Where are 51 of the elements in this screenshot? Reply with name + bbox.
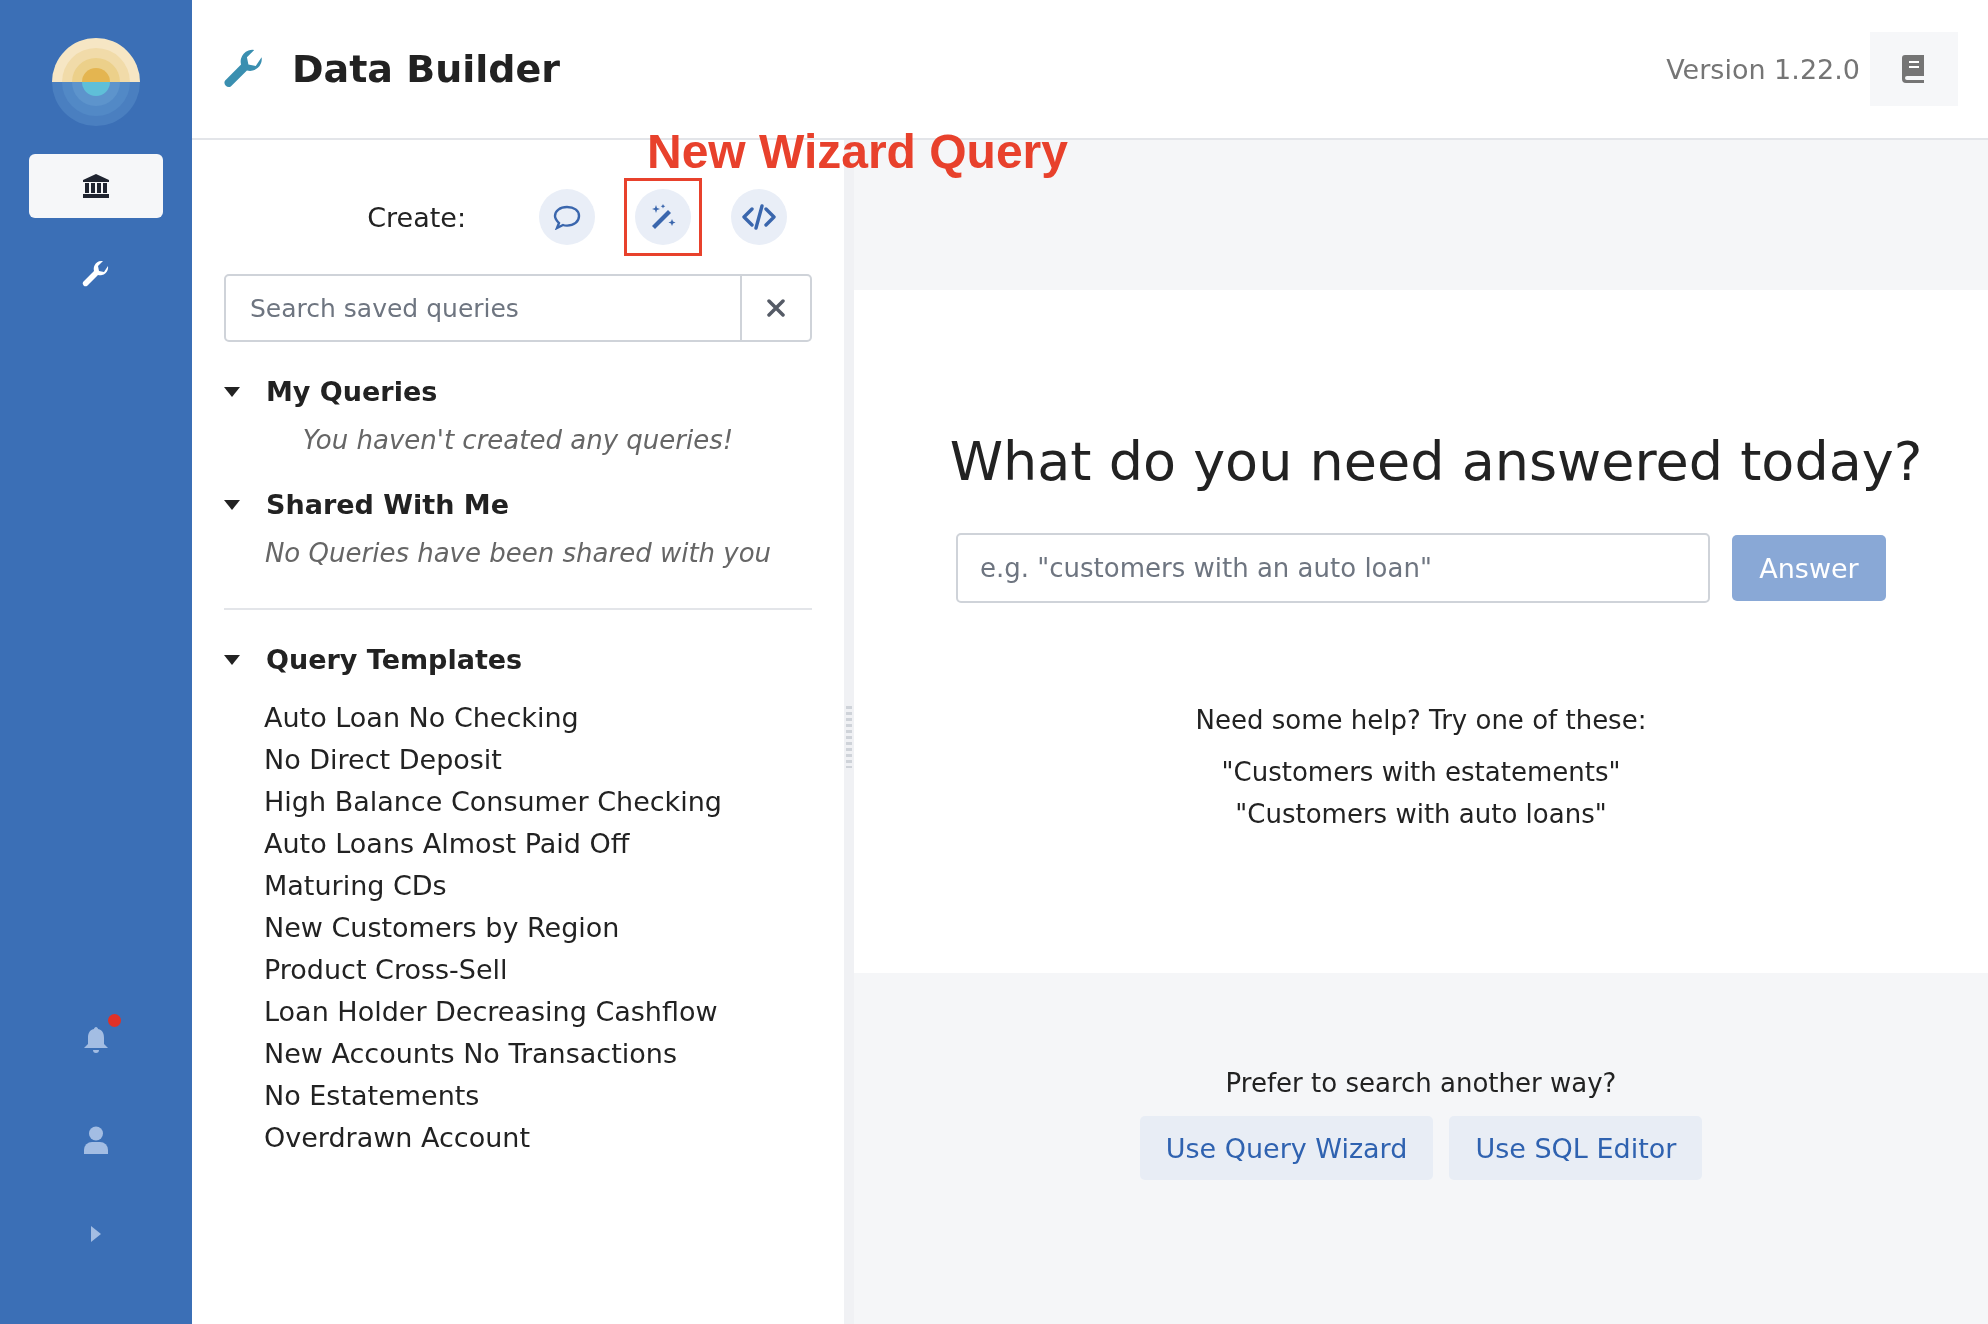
create-button[interactable] [731, 189, 787, 245]
create-label: Create: [367, 201, 466, 233]
template-item[interactable]: No Direct Deposit [264, 739, 502, 781]
template-item[interactable]: Auto Loan No Checking [264, 697, 579, 739]
resize-handle[interactable] [846, 706, 852, 768]
create-button[interactable] [539, 189, 595, 245]
section-header[interactable]: Shared With Me [224, 489, 509, 520]
question-input[interactable]: e.g. "customers with an auto loan" [956, 533, 1710, 603]
section-header[interactable]: My Queries [224, 376, 438, 407]
clear-button[interactable] [742, 274, 812, 342]
caret-down-icon[interactable] [224, 498, 240, 511]
help-text: Need some help? Try one of these: [1195, 705, 1647, 735]
book-icon [1902, 55, 1926, 83]
empty-message: No Queries have been shared with you [263, 538, 773, 568]
bank-icon [82, 173, 110, 199]
template-item[interactable]: New Customers by Region [264, 907, 620, 949]
create-button[interactable] [635, 189, 691, 245]
version-label: Version 1.22.0 [1666, 53, 1860, 85]
nav-item[interactable] [29, 154, 163, 218]
user-icon [83, 1126, 109, 1154]
question-heading: What do you need answered today? [949, 430, 1923, 493]
caret-right-icon [91, 1226, 101, 1242]
code-icon [742, 204, 776, 230]
template-item[interactable]: Loan Holder Decreasing Cashflow [264, 991, 718, 1033]
template-item[interactable]: No Estatements [264, 1075, 480, 1117]
docs-button[interactable] [1870, 32, 1958, 106]
wrench-icon [81, 259, 111, 289]
template-item[interactable]: Overdrawn Account [264, 1117, 531, 1159]
template-item[interactable]: Product Cross-Sell [264, 949, 508, 991]
alternatives-title: Prefer to search another way? [1225, 1068, 1617, 1098]
app-title: Data Builder [292, 47, 561, 91]
empty-message: You haven't created any queries! [301, 425, 735, 455]
template-item[interactable]: New Accounts No Transactions [264, 1033, 677, 1075]
sun-logo-icon [52, 38, 140, 126]
section-header[interactable]: Query Templates [224, 644, 523, 675]
caret-down-icon[interactable] [224, 385, 240, 398]
close-icon [767, 299, 785, 317]
annotation-label: New Wizard Query [647, 124, 1068, 179]
template-item[interactable]: Maturing CDs [264, 865, 447, 907]
search-field[interactable]: Search saved queries [224, 274, 742, 342]
speech-bubble-icon [553, 204, 581, 230]
template-item[interactable]: High Balance Consumer Checking [264, 781, 722, 823]
profile-button[interactable] [83, 1126, 109, 1154]
bell-icon [83, 1026, 109, 1054]
template-item[interactable]: Auto Loans Almost Paid Off [264, 823, 630, 865]
caret-down-icon[interactable] [224, 653, 240, 666]
suggestion-link[interactable]: "Customers with estatements" [1221, 751, 1621, 793]
suggestion-link[interactable]: "Customers with auto loans" [1221, 793, 1621, 835]
alternative-button[interactable]: Use SQL Editor [1449, 1116, 1703, 1180]
expand-button[interactable] [91, 1226, 101, 1242]
alternative-button[interactable]: Use Query Wizard [1139, 1116, 1434, 1180]
